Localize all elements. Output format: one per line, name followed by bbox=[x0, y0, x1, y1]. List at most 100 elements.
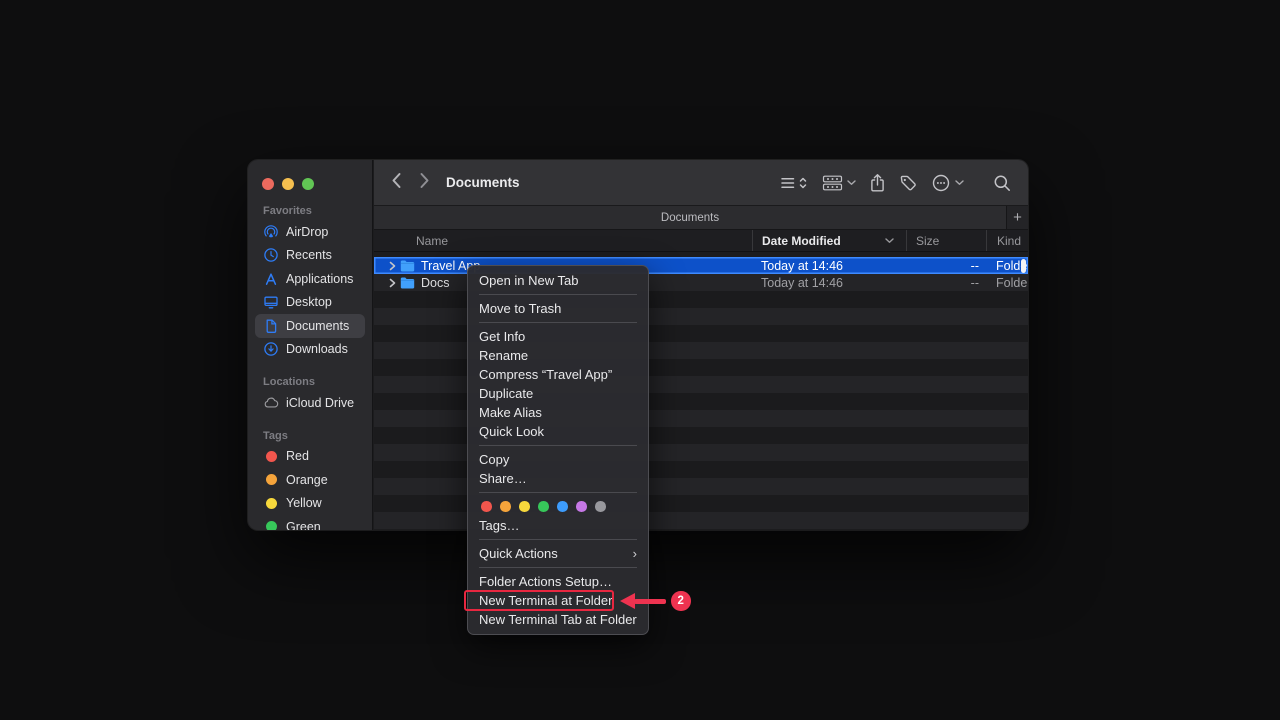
menu-item-label: Rename bbox=[479, 346, 528, 365]
menu-item-label: Folder Actions Setup… bbox=[479, 572, 612, 591]
menu-separator bbox=[479, 492, 637, 493]
menu-item-compress-travel-app[interactable]: Compress “Travel App” bbox=[468, 365, 648, 384]
menu-item-move-to-trash[interactable]: Move to Trash bbox=[468, 299, 648, 318]
sidebar-item-label: Downloads bbox=[286, 342, 348, 356]
annotation-highlight-box bbox=[464, 590, 614, 611]
menu-item-quick-actions[interactable]: Quick Actions› bbox=[468, 544, 648, 563]
folder-icon bbox=[400, 260, 415, 272]
share-icon[interactable] bbox=[869, 173, 886, 193]
annotation-step-badge: 2 bbox=[671, 591, 691, 611]
file-size: -- bbox=[906, 259, 986, 273]
view-list-sort-icon[interactable] bbox=[780, 174, 809, 192]
sidebar-item-orange[interactable]: Orange bbox=[255, 468, 365, 492]
menu-tag-colors bbox=[468, 497, 648, 516]
tag-color-dot[interactable] bbox=[500, 501, 511, 512]
file-size: -- bbox=[906, 276, 986, 290]
menu-item-duplicate[interactable]: Duplicate bbox=[468, 384, 648, 403]
window-title: Documents bbox=[446, 175, 520, 190]
selection-focus-sliver bbox=[1021, 259, 1026, 273]
menu-separator bbox=[479, 445, 637, 446]
tag-color-dot[interactable] bbox=[595, 501, 606, 512]
sidebar-item-documents[interactable]: Documents bbox=[255, 314, 365, 338]
group-by-icon[interactable] bbox=[822, 174, 856, 192]
menu-item-label: Move to Trash bbox=[479, 299, 561, 318]
minimize-button[interactable] bbox=[282, 178, 294, 190]
disclosure-chevron-icon[interactable] bbox=[389, 261, 396, 271]
file-kind: Folder bbox=[986, 276, 1028, 290]
column-header-size[interactable]: Size bbox=[906, 230, 986, 251]
column-header-label: Size bbox=[916, 234, 939, 248]
menu-item-label: Quick Actions bbox=[479, 544, 558, 563]
sidebar-section-label: Tags bbox=[255, 427, 365, 445]
close-button[interactable] bbox=[262, 178, 274, 190]
sidebar-section-label: Favorites bbox=[255, 202, 365, 220]
sidebar-item-icloud-drive[interactable]: iCloud Drive bbox=[255, 391, 365, 415]
desktop-icon bbox=[263, 294, 279, 310]
sidebar-item-airdrop[interactable]: AirDrop bbox=[255, 220, 365, 244]
tab-documents[interactable]: Documents bbox=[374, 206, 1006, 229]
menu-item-folder-actions-setup[interactable]: Folder Actions Setup… bbox=[468, 572, 648, 591]
menu-item-label: New Terminal Tab at Folder bbox=[479, 610, 637, 629]
cloud-icon bbox=[263, 395, 279, 411]
tag-color-dot[interactable] bbox=[481, 501, 492, 512]
download-icon bbox=[263, 341, 279, 357]
zoom-button[interactable] bbox=[302, 178, 314, 190]
sidebar-item-downloads[interactable]: Downloads bbox=[255, 338, 365, 362]
new-tab-button[interactable]: + bbox=[1006, 206, 1028, 229]
menu-item-label: Open in New Tab bbox=[479, 271, 579, 290]
menu-item-make-alias[interactable]: Make Alias bbox=[468, 403, 648, 422]
nav-chevrons bbox=[390, 171, 431, 195]
more-actions-icon[interactable] bbox=[931, 173, 964, 193]
sidebar-item-recents[interactable]: Recents bbox=[255, 244, 365, 268]
sidebar-item-green[interactable]: Green bbox=[255, 515, 365, 530]
sidebar-item-label: Red bbox=[286, 449, 309, 463]
menu-item-new-terminal-tab-at-folder[interactable]: New Terminal Tab at Folder bbox=[468, 610, 648, 629]
menu-item-rename[interactable]: Rename bbox=[468, 346, 648, 365]
red-tag-icon bbox=[263, 448, 279, 464]
menu-separator bbox=[479, 322, 637, 323]
menu-item-quick-look[interactable]: Quick Look bbox=[468, 422, 648, 441]
context-menu: Open in New Tab Move to Trash Get InfoRena… bbox=[467, 265, 649, 635]
sidebar-section-locations: LocationsiCloud Drive bbox=[255, 373, 365, 415]
menu-item-copy[interactable]: Copy bbox=[468, 450, 648, 469]
sidebar-item-desktop[interactable]: Desktop bbox=[255, 291, 365, 315]
menu-item-get-info[interactable]: Get Info bbox=[468, 327, 648, 346]
sidebar-item-yellow[interactable]: Yellow bbox=[255, 492, 365, 516]
column-header-kind[interactable]: Kind bbox=[986, 230, 1028, 251]
sidebar-section-favorites: FavoritesAirDropRecentsApplications Deskt… bbox=[255, 202, 365, 361]
sidebar-item-label: Desktop bbox=[286, 295, 332, 309]
folder-icon bbox=[400, 277, 415, 289]
sidebar-item-applications[interactable]: Applications bbox=[255, 267, 365, 291]
back-button[interactable] bbox=[390, 171, 403, 195]
sidebar-item-label: Orange bbox=[286, 473, 328, 487]
menu-item-share[interactable]: Share… bbox=[468, 469, 648, 488]
tag-icon[interactable] bbox=[899, 174, 918, 193]
disclosure-chevron-icon[interactable] bbox=[389, 278, 396, 288]
menu-item-tags[interactable]: Tags… bbox=[468, 516, 648, 535]
column-header-name[interactable]: Name bbox=[374, 230, 752, 251]
annotation-arrow-head bbox=[620, 593, 635, 609]
sidebar-item-label: Documents bbox=[286, 319, 349, 333]
list-column-headers: NameDate Modified Size Kind bbox=[374, 230, 1028, 252]
tag-color-dot[interactable] bbox=[519, 501, 530, 512]
menu-separator bbox=[479, 294, 637, 295]
desktop-background: FavoritesAirDropRecentsApplications Deskt… bbox=[0, 0, 1280, 720]
sidebar: FavoritesAirDropRecentsApplications Deskt… bbox=[248, 160, 373, 530]
tag-color-dot[interactable] bbox=[538, 501, 549, 512]
forward-button[interactable] bbox=[418, 171, 431, 195]
file-date: Today at 14:46 bbox=[752, 259, 906, 273]
sidebar-item-red[interactable]: Red bbox=[255, 445, 365, 469]
sidebar-item-label: iCloud Drive bbox=[286, 396, 354, 410]
toolbar-actions bbox=[780, 160, 1012, 206]
menu-item-open-in-new-tab[interactable]: Open in New Tab bbox=[468, 271, 648, 290]
menu-item-label: Make Alias bbox=[479, 403, 542, 422]
search-icon[interactable] bbox=[993, 174, 1012, 193]
menu-item-label: Duplicate bbox=[479, 384, 533, 403]
column-header-date-modified[interactable]: Date Modified bbox=[752, 230, 906, 251]
traffic-lights bbox=[262, 178, 314, 190]
tag-color-dot[interactable] bbox=[557, 501, 568, 512]
tag-color-dot[interactable] bbox=[576, 501, 587, 512]
menu-item-label: Compress “Travel App” bbox=[479, 365, 612, 384]
clock-icon bbox=[263, 247, 279, 263]
green-tag-icon bbox=[263, 519, 279, 530]
